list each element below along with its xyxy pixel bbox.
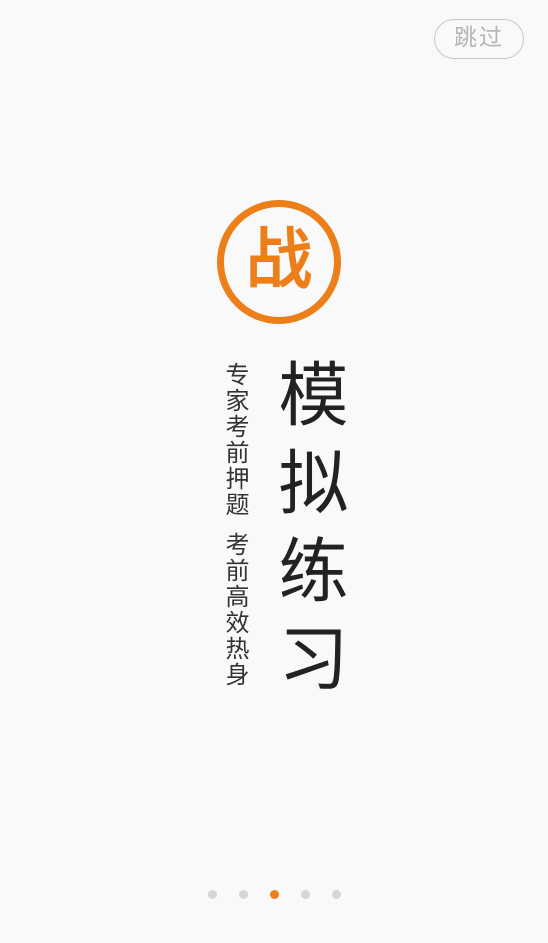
subtitle: 专家考前押题考前高效热身 — [220, 362, 250, 688]
skip-button[interactable]: 跳过 — [434, 19, 524, 59]
page-dot-3[interactable] — [269, 890, 279, 899]
page-dot-5[interactable] — [331, 890, 341, 899]
page-indicator — [0, 890, 548, 902]
subtitle-part-1: 专家考前押题 — [221, 362, 249, 518]
page-dot-1[interactable] — [207, 890, 217, 899]
page-dot-2[interactable] — [238, 890, 248, 899]
splash-screen: 跳过 战 模拟练习 专家考前押题考前高效热身 — [0, 0, 548, 943]
emblem-character: 战 — [246, 221, 312, 298]
page-dot-4[interactable] — [300, 890, 310, 899]
battle-emblem: 战 — [217, 200, 341, 324]
subtitle-part-2: 考前高效热身 — [221, 532, 249, 688]
page-title: 模拟练习 — [267, 358, 349, 710]
